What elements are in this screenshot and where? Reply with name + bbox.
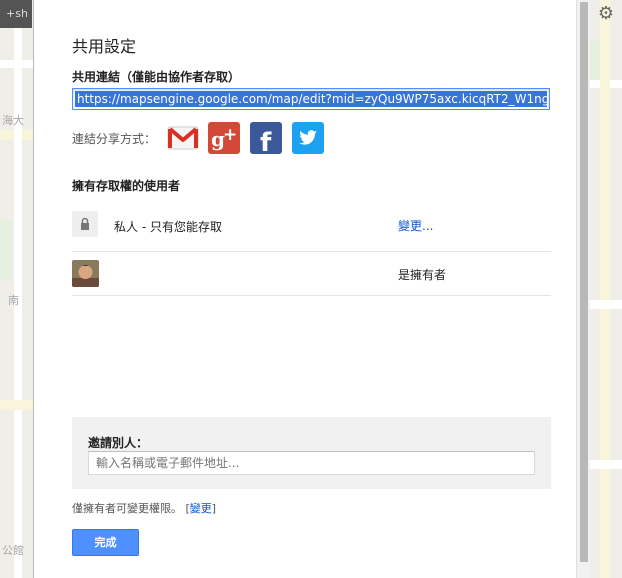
svg-text:+: + <box>223 125 237 145</box>
permission-note: 僅擁有者可變更權限。 [變更] <box>72 500 216 516</box>
dialog-scrollbar[interactable] <box>576 0 590 578</box>
share-link-url: https://mapsengine.google.com/map/edit?m… <box>75 91 547 107</box>
lock-icon <box>72 211 98 237</box>
access-row-owner: 是擁有者 <box>72 252 551 296</box>
scrollbar-thumb[interactable] <box>580 2 588 562</box>
share-button-partial[interactable]: +sh <box>0 0 32 28</box>
change-visibility-link[interactable]: 變更... <box>398 217 433 234</box>
access-list-label: 擁有存取權的使用者 <box>72 179 181 193</box>
bracket-close: ] <box>211 502 217 515</box>
gmail-icon[interactable] <box>167 122 199 154</box>
change-permission-link[interactable]: 變更 <box>190 502 212 515</box>
invite-section: 邀請別人： <box>72 417 551 489</box>
svg-text:f: f <box>260 128 272 154</box>
access-row-visibility: 私人 - 只有您能存取 變更... <box>72 200 551 252</box>
share-link-field[interactable]: https://mapsengine.google.com/map/edit?m… <box>72 88 550 110</box>
owner-role: 是擁有者 <box>398 268 447 282</box>
twitter-icon[interactable] <box>292 122 324 154</box>
invite-label: 邀請別人： <box>88 436 149 450</box>
sharing-settings-dialog: 共用設定 共用連結（僅能由協作者存取） https://mapsengine.g… <box>33 0 590 578</box>
google-plus-icon[interactable]: g + <box>208 122 240 154</box>
facebook-icon[interactable]: f <box>250 122 282 158</box>
share-via-label: 連結分享方式： <box>72 132 157 146</box>
visibility-status-text: 私人 - 只有您能存取 <box>114 220 222 234</box>
invite-input[interactable] <box>88 451 535 475</box>
done-button[interactable]: 完成 <box>72 529 139 556</box>
permission-note-text: 僅擁有者可變更權限。 <box>72 502 182 515</box>
gear-icon[interactable]: ⚙ <box>596 4 616 24</box>
share-link-label: 共用連結（僅能由協作者存取） <box>72 70 241 84</box>
avatar <box>72 260 99 287</box>
dialog-title: 共用設定 <box>72 37 137 56</box>
